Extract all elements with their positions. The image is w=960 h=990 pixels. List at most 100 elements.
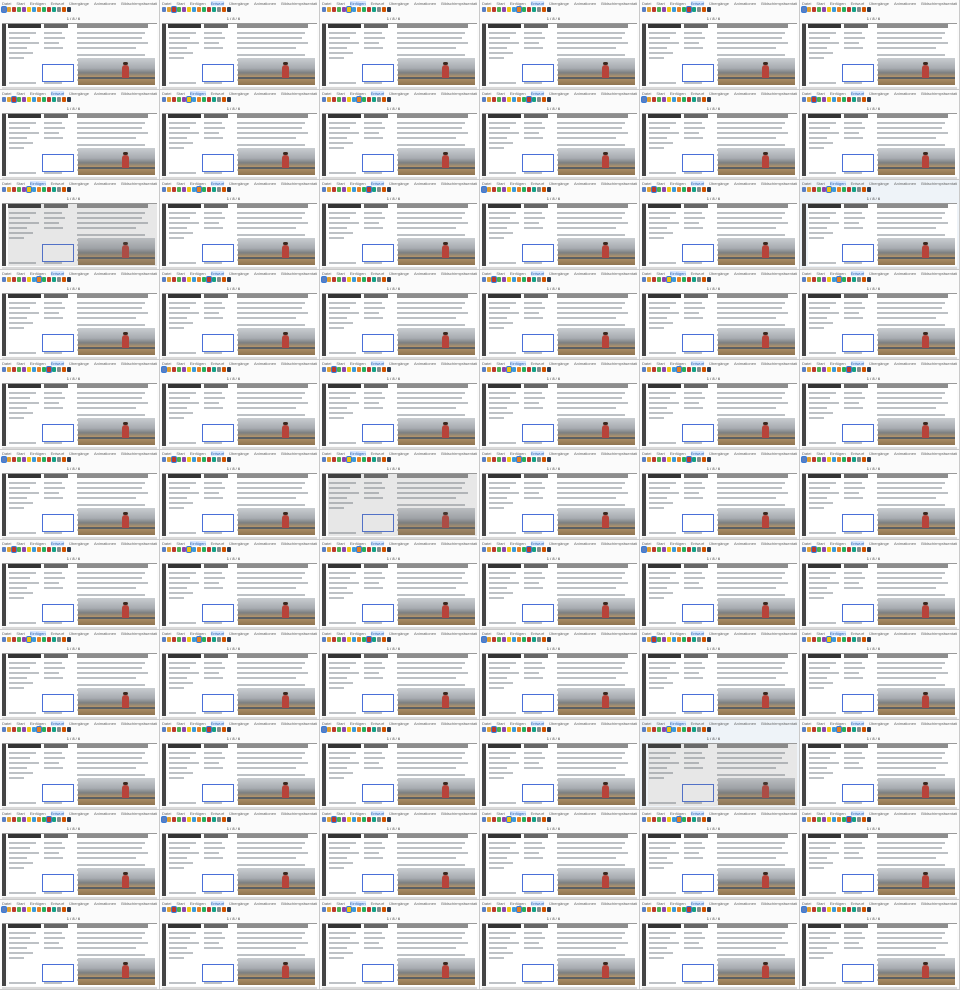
ribbon-command-icon[interactable] bbox=[677, 727, 681, 732]
screenshot-thumbnail[interactable]: Datei Start Einfügen Entwurf Übergänge Animat… bbox=[160, 0, 320, 90]
ribbon-command-icon[interactable] bbox=[322, 367, 326, 372]
ribbon-command-icon[interactable] bbox=[22, 7, 26, 12]
ribbon-tab[interactable]: Animationen bbox=[94, 631, 116, 636]
ribbon-command-icon[interactable] bbox=[497, 727, 501, 732]
ribbon-command-icon[interactable] bbox=[672, 547, 676, 552]
ribbon-command-icon[interactable] bbox=[542, 367, 546, 372]
ribbon-tab[interactable]: Datei bbox=[322, 631, 331, 636]
ribbon-command-icon[interactable] bbox=[827, 907, 831, 912]
ribbon-command-icon[interactable] bbox=[652, 547, 656, 552]
ribbon-tab[interactable]: Übergänge bbox=[229, 91, 249, 96]
ribbon-command-icon[interactable] bbox=[222, 97, 226, 102]
ribbon-command-icon[interactable] bbox=[687, 7, 691, 12]
ribbon-command-icon[interactable] bbox=[42, 367, 46, 372]
slide-panel[interactable] bbox=[642, 654, 646, 716]
ribbon-command-icon[interactable] bbox=[707, 547, 711, 552]
ribbon-command-icon[interactable] bbox=[167, 187, 171, 192]
ribbon-tab[interactable]: Datei bbox=[162, 901, 171, 906]
ribbon-tab[interactable]: Bildschirmpräsentation bbox=[761, 541, 797, 546]
ribbon-tab[interactable]: Start bbox=[176, 451, 184, 456]
ribbon-command-icon[interactable] bbox=[197, 277, 201, 282]
ribbon-tab[interactable]: Übergänge bbox=[389, 91, 409, 96]
slide-panel[interactable] bbox=[162, 474, 166, 536]
ribbon-tab[interactable]: Entwurf bbox=[530, 721, 545, 726]
ribbon-tab[interactable]: Animationen bbox=[574, 901, 596, 906]
ribbon-command-icon[interactable] bbox=[652, 907, 656, 912]
ribbon-tab[interactable]: Datei bbox=[482, 361, 491, 366]
ribbon-tab[interactable]: Übergänge bbox=[549, 181, 569, 186]
ribbon-command-icon[interactable] bbox=[697, 277, 701, 282]
ribbon-command-icon[interactable] bbox=[537, 547, 541, 552]
ribbon-command-icon[interactable] bbox=[542, 907, 546, 912]
ribbon-tab[interactable]: Bildschirmpräsentation bbox=[281, 811, 317, 816]
ribbon-command-icon[interactable] bbox=[47, 277, 51, 282]
screenshot-thumbnail[interactable]: Datei Start Einfügen Entwurf Übergänge Animat… bbox=[480, 540, 640, 630]
slide-panel[interactable] bbox=[322, 834, 326, 896]
ribbon-command-icon[interactable] bbox=[162, 547, 166, 552]
ribbon-tab[interactable]: Start bbox=[496, 901, 504, 906]
ribbon-command-icon[interactable] bbox=[197, 907, 201, 912]
ribbon-tab[interactable]: Einfügen bbox=[30, 541, 46, 546]
ribbon-tab[interactable]: Einfügen bbox=[350, 631, 366, 636]
screenshot-thumbnail[interactable]: Datei Start Einfügen Entwurf Übergänge Animat… bbox=[640, 360, 800, 450]
ribbon-command-icon[interactable] bbox=[32, 547, 36, 552]
screenshot-thumbnail[interactable]: Datei Start Einfügen Entwurf Übergänge Animat… bbox=[0, 90, 160, 180]
ribbon-tab[interactable]: Entwurf bbox=[370, 541, 385, 546]
ribbon-command-icon[interactable] bbox=[857, 187, 861, 192]
ribbon-command-icon[interactable] bbox=[702, 547, 706, 552]
ribbon-command-icon[interactable] bbox=[167, 367, 171, 372]
ribbon-command-icon[interactable] bbox=[677, 277, 681, 282]
ribbon-command-icon[interactable] bbox=[647, 907, 651, 912]
ribbon-command-icon[interactable] bbox=[852, 727, 856, 732]
ribbon-command-icon[interactable] bbox=[67, 907, 71, 912]
ribbon-command-icon[interactable] bbox=[212, 907, 216, 912]
ribbon-command-icon[interactable] bbox=[802, 97, 806, 102]
ribbon-command-icon[interactable] bbox=[502, 367, 506, 372]
ribbon-tab[interactable]: Einfügen bbox=[350, 271, 366, 276]
ribbon-command-icon[interactable] bbox=[842, 817, 846, 822]
ribbon-tab[interactable]: Übergänge bbox=[869, 91, 889, 96]
ribbon-tab[interactable]: Entwurf bbox=[210, 181, 225, 186]
slide-panel[interactable] bbox=[642, 564, 646, 626]
ribbon-command-icon[interactable] bbox=[832, 97, 836, 102]
ribbon-command-icon[interactable] bbox=[62, 727, 66, 732]
ribbon-command-icon[interactable] bbox=[687, 547, 691, 552]
ribbon-command-icon[interactable] bbox=[17, 547, 21, 552]
ribbon-tab[interactable]: Animationen bbox=[734, 361, 756, 366]
ribbon-command-icon[interactable] bbox=[847, 907, 851, 912]
ribbon-command-icon[interactable] bbox=[807, 277, 811, 282]
ribbon-command-icon[interactable] bbox=[652, 97, 656, 102]
ribbon-command-icon[interactable] bbox=[647, 727, 651, 732]
ribbon-tab[interactable]: Entwurf bbox=[530, 271, 545, 276]
ribbon-command-icon[interactable] bbox=[672, 277, 676, 282]
ribbon-command-icon[interactable] bbox=[27, 457, 31, 462]
ribbon-command-icon[interactable] bbox=[502, 457, 506, 462]
ribbon-tab[interactable]: Animationen bbox=[574, 361, 596, 366]
slide-panel[interactable] bbox=[642, 744, 646, 806]
slide-panel[interactable] bbox=[2, 204, 6, 266]
ribbon-tab[interactable]: Einfügen bbox=[350, 181, 366, 186]
ribbon-tab[interactable]: Bildschirmpräsentation bbox=[121, 1, 157, 6]
ribbon-command-icon[interactable] bbox=[512, 277, 516, 282]
ribbon-tab[interactable]: Animationen bbox=[574, 451, 596, 456]
ribbon-tab[interactable]: Übergänge bbox=[389, 631, 409, 636]
selection-box[interactable] bbox=[42, 604, 75, 622]
ribbon-command-icon[interactable] bbox=[327, 97, 331, 102]
ribbon-command-icon[interactable] bbox=[377, 817, 381, 822]
ribbon-command-icon[interactable] bbox=[192, 457, 196, 462]
ribbon-command-icon[interactable] bbox=[802, 727, 806, 732]
ribbon-command-icon[interactable] bbox=[652, 367, 656, 372]
slide-canvas[interactable] bbox=[168, 924, 317, 989]
ribbon-command-icon[interactable] bbox=[532, 817, 536, 822]
ribbon-command-icon[interactable] bbox=[167, 727, 171, 732]
ribbon-command-icon[interactable] bbox=[187, 457, 191, 462]
ribbon-command-icon[interactable] bbox=[832, 7, 836, 12]
ribbon-command-icon[interactable] bbox=[207, 97, 211, 102]
ribbon-tab[interactable]: Start bbox=[16, 811, 24, 816]
ribbon-tab[interactable]: Einfügen bbox=[30, 271, 46, 276]
ribbon-command-icon[interactable] bbox=[187, 637, 191, 642]
ribbon-command-icon[interactable] bbox=[17, 367, 21, 372]
ribbon-command-icon[interactable] bbox=[537, 817, 541, 822]
ribbon-tab[interactable]: Datei bbox=[2, 451, 11, 456]
ribbon-tab[interactable]: Datei bbox=[2, 811, 11, 816]
